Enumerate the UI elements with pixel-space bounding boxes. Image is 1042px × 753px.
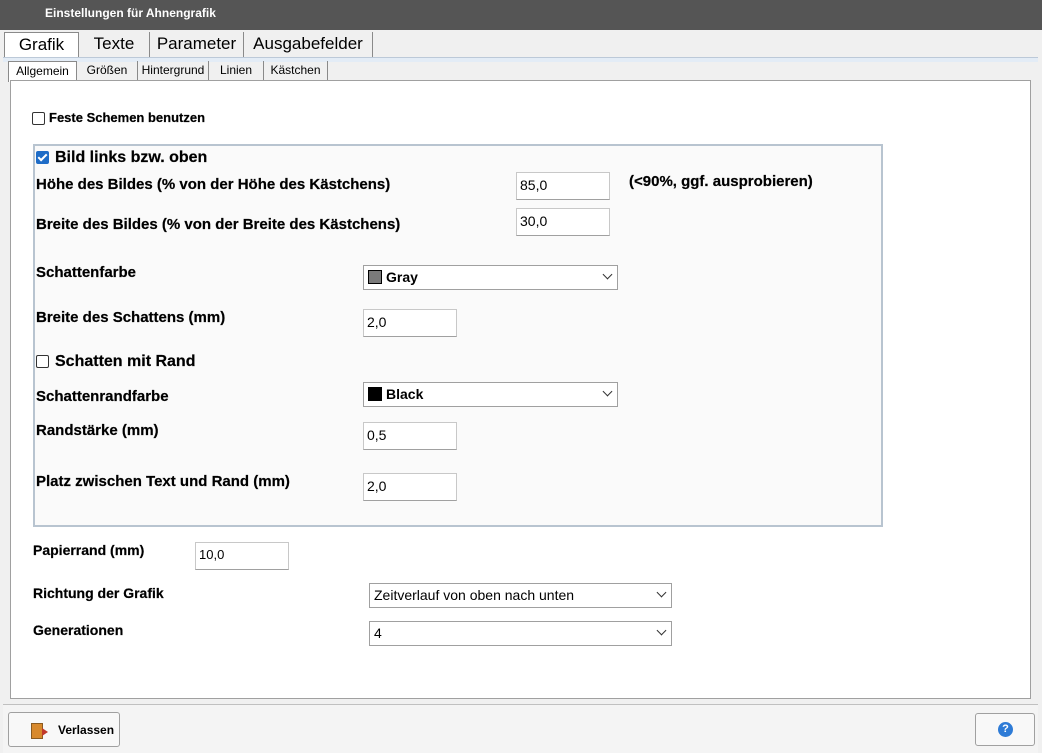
subtab-kaestchen-label: Kästchen [270,63,321,77]
generations-select[interactable]: 4 [369,621,672,646]
image-height-input[interactable]: 85,0 [516,172,610,200]
direction-label: Richtung der Grafik [33,585,164,601]
subtab-groessen-label: Größen [86,63,128,77]
exit-button[interactable]: Verlassen [8,712,120,747]
tab-texte-label: Texte [93,34,135,53]
generations-value: 4 [374,625,382,641]
image-width-input[interactable]: 30,0 [516,208,610,236]
shadow-color-label: Schattenfarbe [36,264,137,281]
shadow-border-label: Schatten mit Rand [55,353,196,370]
border-width-input[interactable]: 0,5 [363,422,457,450]
tab-ausgabefelder[interactable]: Ausgabefelder [244,32,373,58]
paper-margin-input[interactable]: 10,0 [195,542,289,570]
exit-arrow-icon [42,728,48,736]
tab-texte[interactable]: Texte [79,32,150,58]
chevron-down-icon [602,386,613,397]
tab-parameter-label: Parameter [156,34,237,53]
tab-grafik-label: Grafik [18,35,65,54]
direction-select[interactable]: Zeitverlauf von oben nach unten [369,583,672,608]
shadow-border-checkbox[interactable] [36,355,49,368]
chevron-down-icon [656,625,667,636]
help-button[interactable]: ? [975,713,1035,746]
fixed-schemes-checkbox[interactable] [32,112,45,125]
image-enable-checkbox[interactable] [36,151,49,164]
image-height-hint: (<90%, ggf. ausprobieren) [629,173,813,190]
subtab-allgemein[interactable]: Allgemein [8,61,77,82]
image-enable-label: Bild links bzw. oben [55,149,208,166]
shadow-color-value: Gray [386,269,418,285]
tab-ausgabefelder-label: Ausgabefelder [253,34,363,53]
chevron-down-icon [602,269,613,280]
image-group-box [33,144,883,527]
generations-label: Generationen [33,622,124,638]
window-title: Einstellungen für Ahnengrafik [45,6,216,20]
subtab-allgemein-label: Allgemein [16,64,69,78]
footer-bar: Verlassen ? [3,704,1038,753]
subtab-linien[interactable]: Linien [209,61,264,81]
image-height-label: Höhe des Bildes (% von der Höhe des Käst… [36,176,391,193]
subtab-kaestchen[interactable]: Kästchen [264,61,328,81]
shadow-border-color-swatch [368,387,382,401]
title-bar: Einstellungen für Ahnengrafik [0,0,1042,30]
tab-parameter[interactable]: Parameter [150,32,244,58]
tab-grafik[interactable]: Grafik [4,32,79,59]
paper-margin-label: Papierrand (mm) [33,542,145,558]
subtab-hintergrund[interactable]: Hintergrund [138,61,209,81]
chevron-down-icon [656,587,667,598]
subtab-hintergrund-label: Hintergrund [141,63,205,77]
fixed-schemes-label: Feste Schemen benutzen [49,110,206,125]
help-icon: ? [998,722,1013,737]
exit-button-label: Verlassen [58,723,115,737]
shadow-width-label: Breite des Schattens (mm) [36,309,226,326]
text-border-gap-input[interactable]: 2,0 [363,473,457,501]
subtab-linien-label: Linien [219,63,253,77]
text-border-gap-label: Platz zwischen Text und Rand (mm) [36,473,290,490]
shadow-width-input[interactable]: 2,0 [363,309,457,337]
image-width-label: Breite des Bildes (% von der Breite des … [36,216,401,233]
shadow-color-select[interactable]: Gray [363,265,618,290]
direction-value: Zeitverlauf von oben nach unten [374,587,575,603]
subtab-groessen[interactable]: Größen [77,61,138,81]
shadow-border-color-label: Schattenrandfarbe [36,388,169,405]
shadow-border-color-select[interactable]: Black [363,382,618,407]
shadow-color-swatch [368,270,382,284]
shadow-border-color-value: Black [386,386,424,402]
border-width-label: Randstärke (mm) [36,422,159,439]
